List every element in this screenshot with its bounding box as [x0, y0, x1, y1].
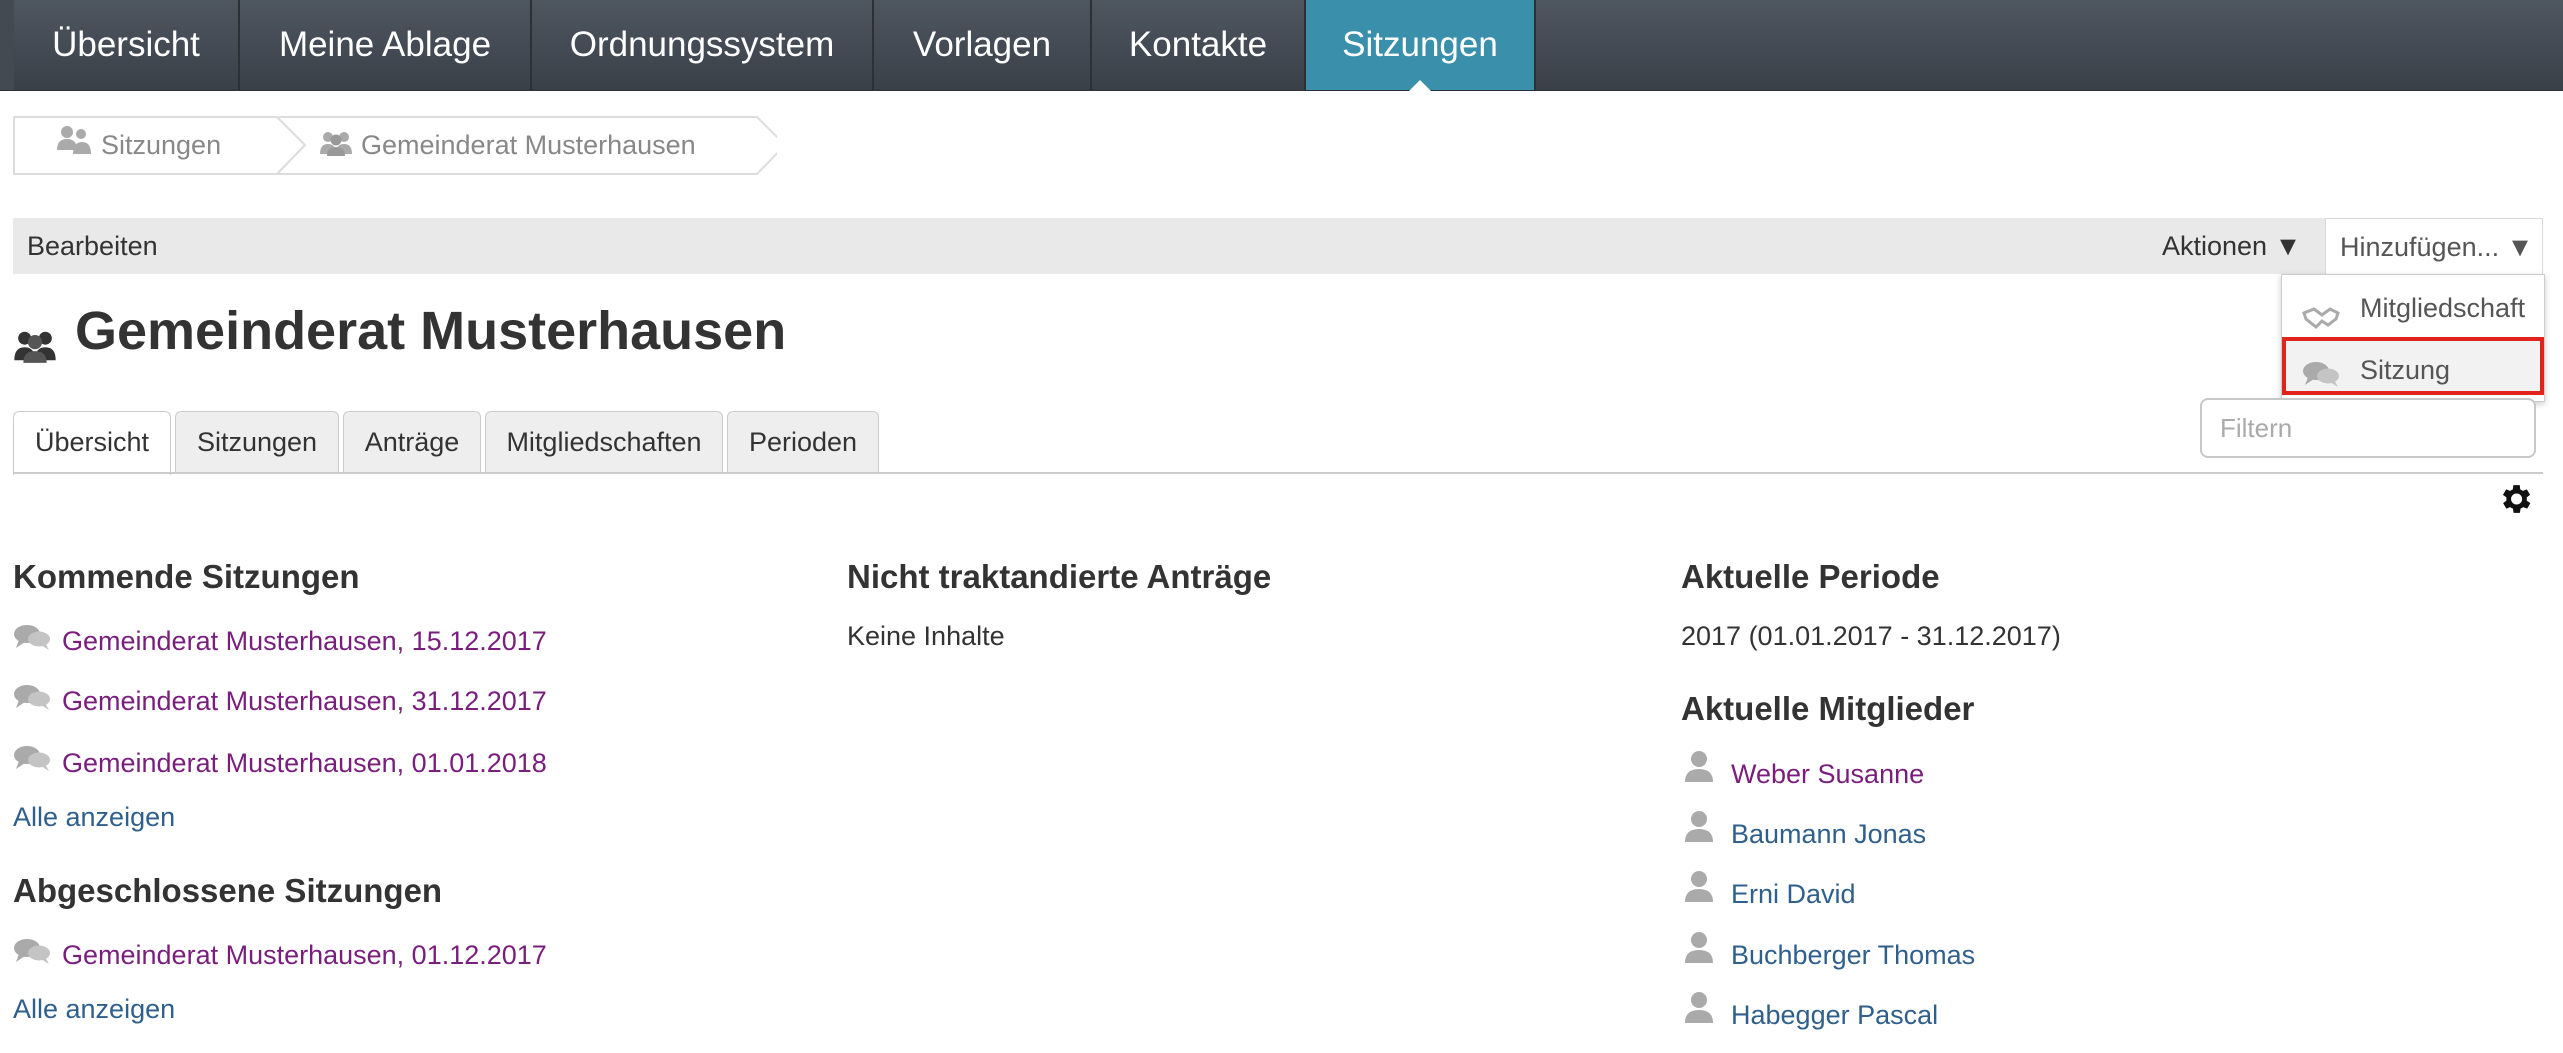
- member-link[interactable]: Baumann Jonas: [1731, 819, 1926, 850]
- speech-bubbles-icon: [13, 938, 51, 971]
- toolbar: Bearbeiten Aktionen ▼: [13, 218, 2543, 274]
- committee-container-icon: [55, 118, 93, 176]
- group-icon: [319, 118, 353, 176]
- current-period-value: 2017 (01.01.2017 - 31.12.2017): [1681, 621, 2061, 651]
- tab-proposals[interactable]: Anträge: [343, 411, 481, 472]
- tabs-divider: [13, 472, 2543, 474]
- breadcrumb-item-meetings[interactable]: Sitzungen: [55, 116, 221, 174]
- tab-memberships[interactable]: Mitgliedschaften: [485, 411, 723, 472]
- member-link[interactable]: Erni David: [1731, 879, 1856, 910]
- member-link[interactable]: Habegger Pascal: [1731, 1000, 1938, 1031]
- member-link[interactable]: Weber Susanne: [1731, 759, 1924, 790]
- tab-periods[interactable]: Perioden: [727, 411, 879, 472]
- tab-meetings[interactable]: Sitzungen: [175, 411, 339, 472]
- show-all-closed-link[interactable]: Alle anzeigen: [13, 994, 175, 1025]
- closed-meeting-link[interactable]: Gemeinderat Musterhausen, 01.12.2017: [62, 940, 547, 971]
- person-icon: [1684, 931, 1714, 968]
- menu-item-label: Mitgliedschaft: [2360, 293, 2526, 323]
- edit-button[interactable]: Bearbeiten: [27, 218, 158, 274]
- nav-item-overview[interactable]: Übersicht: [14, 0, 240, 90]
- person-icon: [1684, 870, 1714, 907]
- unscheduled-proposals-heading: Nicht traktandierte Anträge: [847, 558, 1272, 595]
- current-members-heading: Aktuelle Mitglieder: [1681, 690, 1975, 727]
- nav-left-edge: [0, 0, 14, 90]
- upcoming-meeting-link[interactable]: Gemeinderat Musterhausen, 15.12.2017: [62, 626, 547, 657]
- page-title-text: Gemeinderat Musterhausen: [75, 301, 787, 361]
- nav-item-contacts[interactable]: Kontakte: [1092, 0, 1306, 90]
- actions-menu-button[interactable]: Aktionen ▼: [2162, 218, 2301, 274]
- person-icon: [1684, 991, 1714, 1028]
- nav-item-repository-system[interactable]: Ordnungssystem: [532, 0, 874, 90]
- main-navigation: Übersicht Meine Ablage Ordnungssystem Vo…: [0, 0, 2563, 91]
- breadcrumb-label-meetings: Sitzungen: [101, 130, 222, 160]
- person-icon: [1684, 810, 1714, 847]
- closed-meetings-heading: Abgeschlossene Sitzungen: [13, 872, 443, 909]
- group-icon: [13, 314, 57, 376]
- show-all-upcoming-link[interactable]: Alle anzeigen: [13, 802, 175, 833]
- breadcrumb-item-council[interactable]: Gemeinderat Musterhausen: [319, 116, 696, 174]
- current-period-heading: Aktuelle Periode: [1681, 558, 1940, 595]
- speech-bubbles-icon: [13, 624, 51, 657]
- add-menu-button[interactable]: Hinzufügen... ▼: [2325, 218, 2543, 274]
- gear-icon[interactable]: [2496, 480, 2534, 523]
- person-icon: [1684, 750, 1714, 787]
- breadcrumb: Sitzungen Gemeinderat Musterhausen: [13, 116, 777, 175]
- menu-item-meeting[interactable]: Sitzung: [2282, 337, 2544, 395]
- breadcrumb-label-council: Gemeinderat Musterhausen: [361, 130, 696, 160]
- upcoming-meetings-heading: Kommende Sitzungen: [13, 558, 360, 595]
- speech-bubbles-icon: [13, 684, 51, 717]
- upcoming-meeting-link[interactable]: Gemeinderat Musterhausen, 31.12.2017: [62, 686, 547, 717]
- member-link[interactable]: Buchberger Thomas: [1731, 940, 1975, 971]
- add-menu-dropdown: Mitgliedschaft Sitzung: [2281, 274, 2545, 402]
- menu-item-membership[interactable]: Mitgliedschaft: [2282, 279, 2544, 337]
- filter-input[interactable]: [2200, 398, 2536, 458]
- speech-bubbles-icon: [13, 745, 51, 778]
- nav-item-meetings[interactable]: Sitzungen: [1306, 0, 1536, 91]
- empty-state-text: Keine Inhalte: [847, 621, 1005, 651]
- menu-item-label: Sitzung: [2360, 355, 2451, 385]
- upcoming-meeting-link[interactable]: Gemeinderat Musterhausen, 01.01.2018: [62, 748, 547, 779]
- nav-item-templates[interactable]: Vorlagen: [874, 0, 1092, 90]
- nav-item-my-repository[interactable]: Meine Ablage: [240, 0, 532, 90]
- tab-overview[interactable]: Übersicht: [13, 411, 171, 475]
